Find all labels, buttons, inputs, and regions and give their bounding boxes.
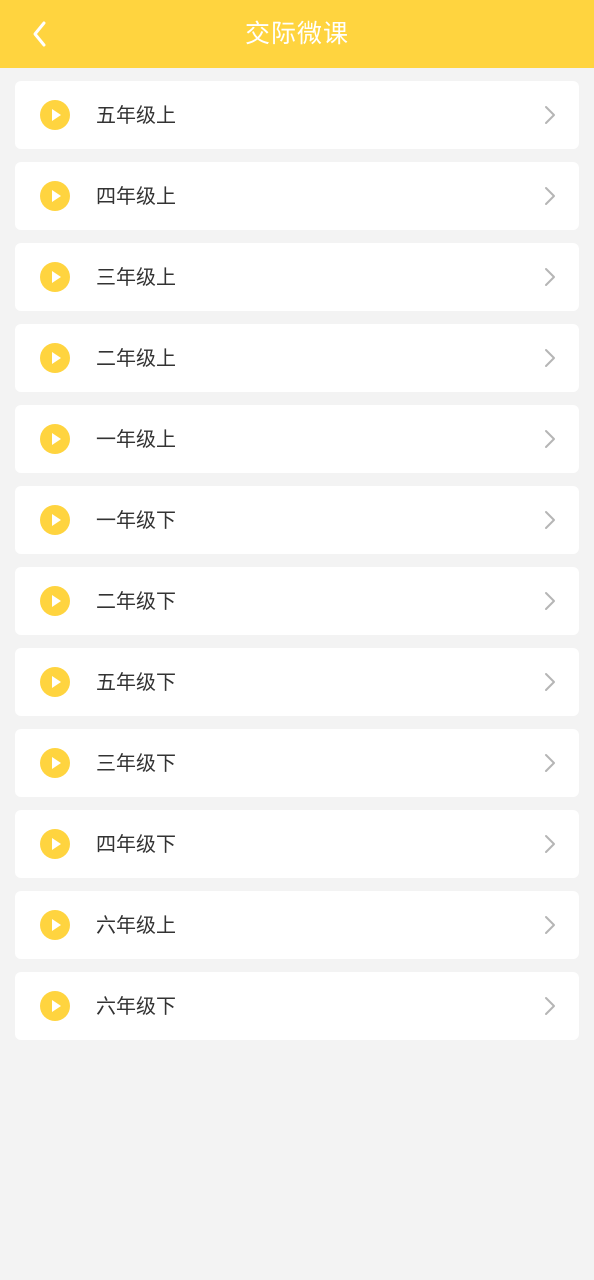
list-item-label: 六年级上 (96, 913, 176, 937)
list-item-label: 一年级上 (96, 427, 176, 451)
play-circle-icon (40, 586, 70, 616)
list-item[interactable]: 六年级上 (15, 891, 579, 959)
back-button[interactable] (18, 14, 62, 54)
list-item[interactable]: 四年级下 (15, 810, 579, 878)
list-item[interactable]: 六年级下 (15, 972, 579, 1040)
chevron-right-icon (545, 754, 555, 772)
play-circle-icon (40, 505, 70, 535)
page-title: 交际微课 (244, 19, 349, 48)
list-item-label: 五年级上 (96, 103, 176, 127)
play-circle-icon (40, 910, 70, 940)
list-item[interactable]: 三年级下 (15, 729, 579, 797)
list-item-label: 三年级下 (96, 751, 176, 775)
chevron-right-icon (545, 430, 555, 448)
list-item-label: 六年级下 (96, 994, 176, 1018)
play-circle-icon (40, 424, 70, 454)
list-item-label: 二年级下 (96, 589, 176, 613)
list-item[interactable]: 二年级上 (15, 324, 579, 392)
play-circle-icon (40, 829, 70, 859)
list-item-label: 三年级上 (96, 265, 176, 289)
chevron-right-icon (545, 997, 555, 1015)
list-item-label: 二年级上 (96, 346, 176, 370)
list-item-label: 四年级下 (96, 832, 176, 856)
chevron-left-icon (33, 21, 46, 47)
top-bar: 交际微课 (0, 0, 594, 68)
chevron-right-icon (545, 835, 555, 853)
play-circle-icon (40, 991, 70, 1021)
chevron-right-icon (545, 592, 555, 610)
lesson-list: 五年级上 四年级上 三年级上 二年级上 一年级上 一年级下 二年级下 五年级下 (15, 81, 579, 1053)
play-circle-icon (40, 667, 70, 697)
chevron-right-icon (545, 187, 555, 205)
chevron-right-icon (545, 268, 555, 286)
chevron-right-icon (545, 916, 555, 934)
list-item-label: 四年级上 (96, 184, 176, 208)
list-item[interactable]: 一年级下 (15, 486, 579, 554)
list-item[interactable]: 一年级上 (15, 405, 579, 473)
list-item[interactable]: 二年级下 (15, 567, 579, 635)
list-item[interactable]: 五年级下 (15, 648, 579, 716)
chevron-right-icon (545, 106, 555, 124)
list-item[interactable]: 四年级上 (15, 162, 579, 230)
play-circle-icon (40, 262, 70, 292)
list-item-label: 一年级下 (96, 508, 176, 532)
play-circle-icon (40, 100, 70, 130)
play-circle-icon (40, 181, 70, 211)
chevron-right-icon (545, 673, 555, 691)
chevron-right-icon (545, 511, 555, 529)
list-item-label: 五年级下 (96, 670, 176, 694)
chevron-right-icon (545, 349, 555, 367)
play-circle-icon (40, 748, 70, 778)
play-circle-icon (40, 343, 70, 373)
list-item[interactable]: 五年级上 (15, 81, 579, 149)
list-item[interactable]: 三年级上 (15, 243, 579, 311)
